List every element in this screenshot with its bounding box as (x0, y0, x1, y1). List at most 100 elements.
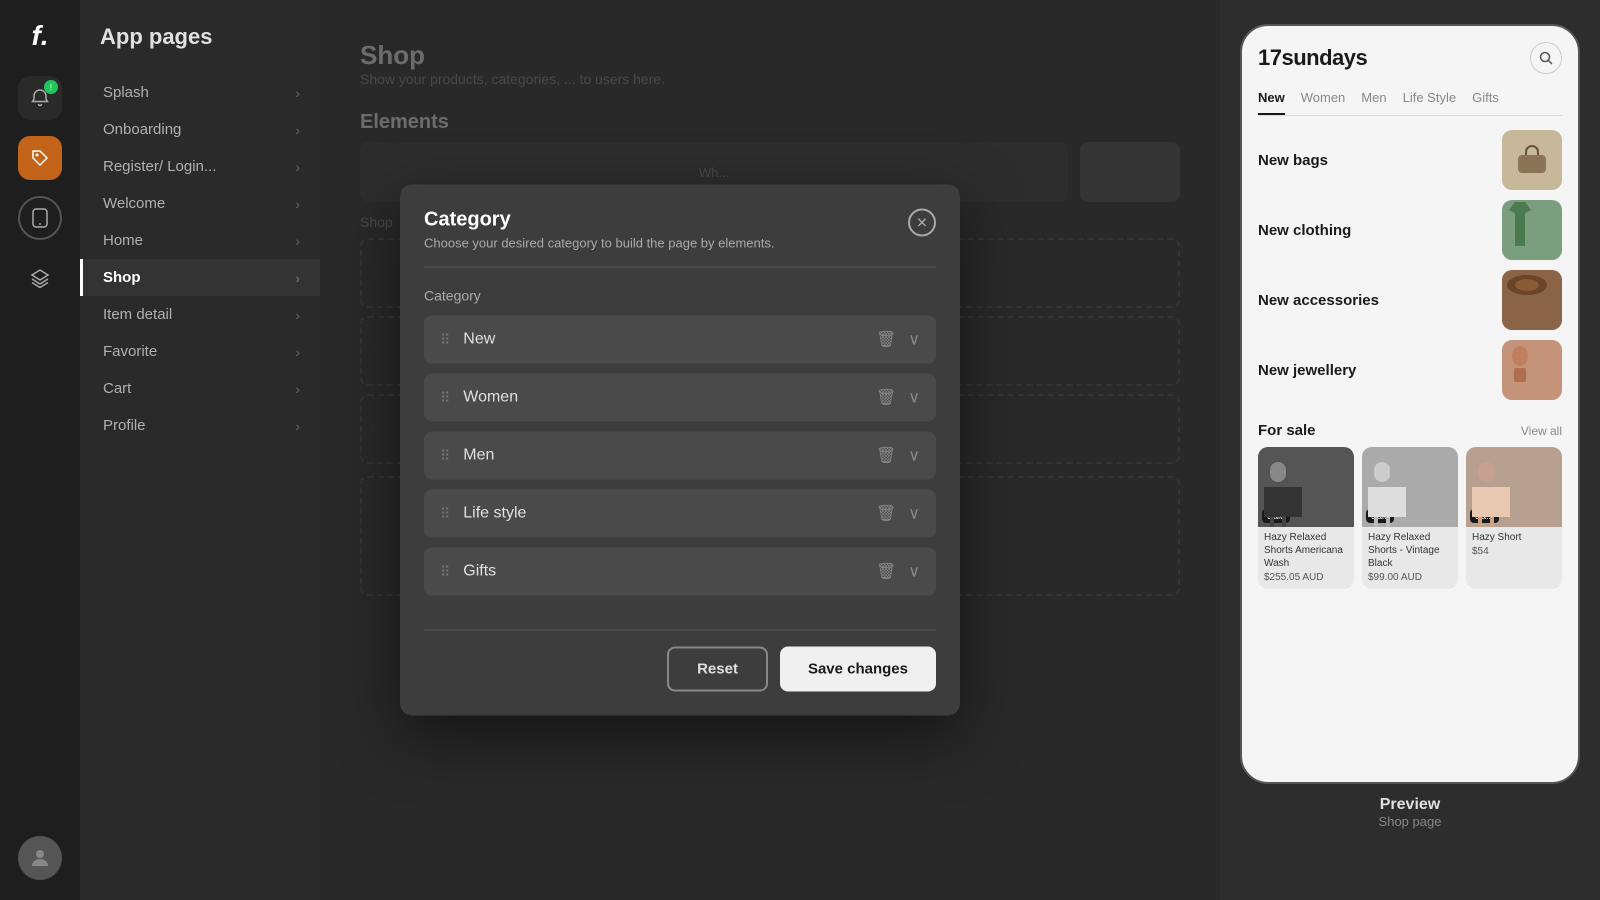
notification-icon-btn[interactable]: ! (18, 76, 62, 120)
notification-badge: ! (44, 80, 58, 94)
category-thumb-jewellery (1502, 340, 1562, 400)
category-name: Life style (463, 505, 876, 523)
modal-close-button[interactable]: ✕ (908, 209, 936, 237)
nav-title: App pages (100, 24, 300, 50)
model-illustration-2 (1362, 457, 1412, 527)
drag-dots-icon: ⠿ (440, 563, 451, 580)
sidebar-item-favorite[interactable]: Favorite › (80, 333, 320, 370)
sidebar-item-onboarding[interactable]: Onboarding › (80, 111, 320, 148)
category-item-men[interactable]: ⠿ Men 🗑 ∨ (424, 432, 936, 480)
phone-category-name: New jewellery (1258, 362, 1356, 379)
device-icon-btn[interactable] (18, 196, 62, 240)
phone-tab-new[interactable]: New (1258, 90, 1285, 115)
model-illustration-1 (1258, 457, 1308, 527)
modal-footer: Reset Save changes (400, 647, 960, 716)
save-changes-button[interactable]: Save changes (780, 647, 936, 692)
sale-item-price-2: $99.00 AUD (1368, 572, 1452, 583)
jewellery-illustration (1502, 340, 1538, 386)
modal-divider-bottom (424, 630, 936, 631)
sidebar-item-profile[interactable]: Profile › (80, 407, 320, 444)
phone-tab-gifts[interactable]: Gifts (1472, 90, 1499, 115)
phone-tab-men[interactable]: Men (1361, 90, 1386, 115)
sidebar-item-home[interactable]: Home › (80, 222, 320, 259)
category-item-gifts[interactable]: ⠿ Gifts 🗑 ∨ (424, 548, 936, 596)
sale-item-name-3: Hazy Short (1472, 531, 1556, 544)
sidebar-item-register[interactable]: Register/ Login... › (80, 148, 320, 185)
category-item-lifestyle[interactable]: ⠿ Life style 🗑 ∨ (424, 490, 936, 538)
trash-icon[interactable]: 🗑 (876, 562, 896, 582)
sale-item-price-3: $54 (1472, 546, 1556, 557)
phone-tabs: New Women Men Life Style Gifts (1258, 90, 1562, 116)
user-avatar[interactable] (18, 836, 62, 880)
preview-panel: 17sundays New Women Men Life Style Gifts… (1220, 0, 1600, 900)
bag-illustration (1514, 145, 1550, 175)
sidebar-item-welcome[interactable]: Welcome › (80, 185, 320, 222)
nav-sidebar: App pages Splash › Onboarding › Register… (80, 0, 320, 900)
chevron-icon: › (295, 196, 300, 212)
phone-tab-women[interactable]: Women (1301, 90, 1346, 115)
sidebar-item-item-detail[interactable]: Item detail › (80, 296, 320, 333)
sale-item-img-2: Sale (1362, 447, 1458, 527)
sale-item-info-1: Hazy Relaxed Shorts Americana Wash $255.… (1258, 527, 1354, 589)
app-logo: f. (31, 20, 48, 52)
modal-body: Category ⠿ New 🗑 ∨ ⠿ Women 🗑 ∨ ⠿ Men 🗑 ∨ (400, 268, 960, 626)
trash-icon[interactable]: 🗑 (876, 446, 896, 466)
sale-item-1[interactable]: Sale Hazy Relaxed Shorts Americana Wash … (1258, 447, 1354, 589)
phone-brand-name: 17sundays (1258, 45, 1367, 71)
layers-icon (30, 268, 50, 288)
phone-category-row-bags[interactable]: New bags (1258, 130, 1562, 190)
chevron-icon: › (295, 159, 300, 175)
trash-icon[interactable]: 🗑 (876, 388, 896, 408)
sale-item-name-2: Hazy Relaxed Shorts - Vintage Black (1368, 531, 1452, 570)
phone-mockup: 17sundays New Women Men Life Style Gifts… (1240, 24, 1580, 784)
chevron-down-icon[interactable]: ∨ (908, 446, 920, 466)
sale-item-info-3: Hazy Short $54 (1466, 527, 1562, 563)
category-name: New (463, 331, 876, 349)
sidebar-item-label: Register/ Login... (103, 158, 216, 175)
sale-item-3[interactable]: Sa... Hazy Short $54 (1466, 447, 1562, 589)
sale-item-img-1: Sale (1258, 447, 1354, 527)
phone-tab-lifestyle[interactable]: Life Style (1403, 90, 1456, 115)
avatar-icon (28, 846, 52, 870)
chevron-icon: › (295, 270, 300, 286)
preview-title: Preview (1379, 796, 1442, 814)
close-icon: ✕ (916, 214, 928, 231)
sidebar-item-label: Cart (103, 380, 131, 397)
sale-items-list: Sale Hazy Relaxed Shorts Americana Wash … (1258, 447, 1562, 589)
icon-bar: f. ! (0, 0, 80, 900)
phone-category-row-jewellery[interactable]: New jewellery (1258, 340, 1562, 400)
sale-item-info-2: Hazy Relaxed Shorts - Vintage Black $99.… (1362, 527, 1458, 589)
chevron-icon: › (295, 381, 300, 397)
sticker-icon-btn[interactable] (18, 136, 62, 180)
phone-category-name: New clothing (1258, 222, 1351, 239)
chevron-down-icon[interactable]: ∨ (908, 330, 920, 350)
category-thumb-accessories (1502, 270, 1562, 330)
layers-icon-btn[interactable] (18, 256, 62, 300)
phone-category-row-accessories[interactable]: New accessories (1258, 270, 1562, 330)
drag-dots-icon: ⠿ (440, 447, 451, 464)
category-name: Men (463, 447, 876, 465)
trash-icon[interactable]: 🗑 (876, 330, 896, 350)
sidebar-item-splash[interactable]: Splash › (80, 74, 320, 111)
reset-button[interactable]: Reset (667, 647, 768, 692)
preview-subtitle: Shop page (1379, 814, 1442, 829)
phone-search-btn[interactable] (1530, 42, 1562, 74)
category-item-new[interactable]: ⠿ New 🗑 ∨ (424, 316, 936, 364)
chevron-icon: › (295, 307, 300, 323)
for-sale-header: For sale View all (1258, 422, 1562, 439)
sale-item-2[interactable]: Sale Hazy Relaxed Shorts - Vintage Black… (1362, 447, 1458, 589)
sale-item-price-1: $255.05 AUD (1264, 572, 1348, 583)
chevron-down-icon[interactable]: ∨ (908, 504, 920, 524)
chevron-down-icon[interactable]: ∨ (908, 562, 920, 582)
phone-category-name: New bags (1258, 152, 1328, 169)
sidebar-item-label: Splash (103, 84, 149, 101)
category-item-women[interactable]: ⠿ Women 🗑 ∨ (424, 374, 936, 422)
view-all-link[interactable]: View all (1521, 424, 1562, 438)
chevron-down-icon[interactable]: ∨ (908, 388, 920, 408)
sidebar-item-cart[interactable]: Cart › (80, 370, 320, 407)
phone-category-row-clothing[interactable]: New clothing (1258, 200, 1562, 260)
chevron-icon: › (295, 418, 300, 434)
trash-icon[interactable]: 🗑 (876, 504, 896, 524)
category-name: Women (463, 389, 876, 407)
sidebar-item-shop[interactable]: Shop › (80, 259, 320, 296)
